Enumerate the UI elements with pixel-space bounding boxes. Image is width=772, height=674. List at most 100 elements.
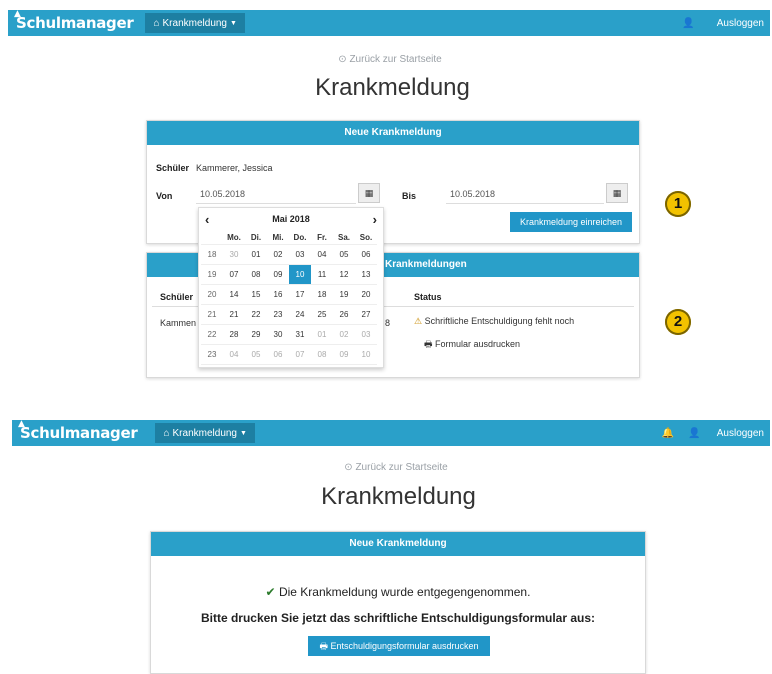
user-icon[interactable]: 👤 (682, 18, 694, 29)
bis-date-input[interactable]: 10.05.2018 (446, 186, 604, 204)
calendar-day[interactable]: 08 (245, 265, 267, 285)
month-label[interactable]: Mai 2018 (272, 214, 310, 224)
calendar-day[interactable]: 19 (333, 285, 355, 305)
calendar-day[interactable]: 03 (289, 245, 311, 265)
calendar-day[interactable]: 07 (223, 265, 245, 285)
callout-badge-2: 2 (665, 309, 691, 335)
von-label: Von (156, 191, 173, 201)
caret-down-icon: ▼ (230, 19, 237, 27)
nav-menu-krankmeldung[interactable]: ⌂ Krankmeldung ▼ (155, 423, 255, 443)
row-partial-date: 8 (385, 318, 391, 328)
calendar-day[interactable]: 30 (267, 325, 289, 345)
calendar-day[interactable]: 10 (355, 345, 377, 365)
calendar-day[interactable]: 28 (223, 325, 245, 345)
calendar-day[interactable]: 06 (267, 345, 289, 365)
schueler-label: Schüler (156, 163, 190, 173)
week-number: 18 (201, 245, 223, 265)
selected-day[interactable]: 10 (289, 265, 311, 285)
back-link[interactable]: ⊙ Zurück zur Startseite (300, 54, 480, 65)
week-number: 23 (201, 345, 223, 365)
page-title: Krankmeldung (321, 483, 476, 510)
calendar-day[interactable]: 23 (267, 305, 289, 325)
callout-badge-1: 1 (665, 191, 691, 217)
bis-calendar-button[interactable]: ▦ (606, 183, 628, 203)
panel-header: Neue Krankmeldung (147, 121, 639, 145)
calendar-day[interactable]: 18 (311, 285, 333, 305)
user-icon[interactable]: 👤 (688, 428, 700, 439)
date-picker: ‹ Mai 2018 › Mo. Di. Mi. Do. Fr. Sa. So. 18 30 01… (198, 207, 384, 368)
calendar-day[interactable]: 25 (311, 305, 333, 325)
bottom-navbar: ▲ Schulmanager ⌂ Krankmeldung ▼ 🔔 👤 Ausl… (12, 419, 770, 446)
brand-logo[interactable]: ▲ Schulmanager (18, 419, 138, 442)
calendar-day[interactable]: 12 (333, 265, 355, 285)
checkmark-icon: ✔ (265, 585, 276, 599)
logout-link[interactable]: Ausloggen (717, 428, 764, 439)
next-month-button[interactable]: › (373, 212, 377, 227)
calendar-day[interactable]: 21 (223, 305, 245, 325)
calendar-day[interactable]: 31 (289, 325, 311, 345)
calendar-day[interactable]: 29 (245, 325, 267, 345)
calendar-day[interactable]: 22 (245, 305, 267, 325)
back-link[interactable]: ⊙ Zurück zur Startseite (306, 462, 486, 473)
graduation-cap-icon: ▲ (18, 419, 25, 429)
schueler-value: Kammerer, Jessica (196, 163, 273, 173)
panel-header: Neue Krankmeldung (151, 532, 645, 556)
row-student-name: Kammen (160, 318, 197, 328)
column-status: Status (414, 292, 442, 302)
column-schueler: Schüler (160, 292, 194, 302)
print-form-link[interactable]: 🖶 Formular ausdrucken (424, 337, 520, 353)
weekday-header: Mi. (267, 230, 289, 245)
print-instruction: Bitte drucken Sie jetzt das schriftliche… (200, 611, 596, 625)
week-number: 19 (201, 265, 223, 285)
logout-link[interactable]: Ausloggen (717, 18, 764, 29)
weekday-header: Fr. (311, 230, 333, 245)
calendar-day[interactable]: 14 (223, 285, 245, 305)
bis-label: Bis (402, 191, 417, 201)
submit-sick-note-button[interactable]: Krankmeldung einreichen (510, 212, 632, 232)
calendar-day[interactable]: 24 (289, 305, 311, 325)
calendar-day[interactable]: 09 (267, 265, 289, 285)
weekday-header: Sa. (333, 230, 355, 245)
calendar-day[interactable]: 04 (223, 345, 245, 365)
calendar-icon: ▦ (364, 188, 374, 198)
calendar-day[interactable]: 03 (355, 325, 377, 345)
calendar-day[interactable]: 27 (355, 305, 377, 325)
calendar-day[interactable]: 26 (333, 305, 355, 325)
top-navbar: ▲ Schulmanager ⌂ Krankmeldung ▼ 👤 Auslog… (8, 9, 770, 36)
calendar-day[interactable]: 05 (333, 245, 355, 265)
calendar-day[interactable]: 07 (289, 345, 311, 365)
weekday-header: Di. (245, 230, 267, 245)
calendar-day[interactable]: 11 (311, 265, 333, 285)
week-number: 20 (201, 285, 223, 305)
printer-icon: 🖶 (319, 641, 328, 651)
calendar-day[interactable]: 01 (311, 325, 333, 345)
nav-menu-krankmeldung[interactable]: ⌂ Krankmeldung ▼ (145, 13, 245, 33)
calendar-day[interactable]: 08 (311, 345, 333, 365)
home-icon: ⌂ (153, 17, 160, 29)
back-circle-icon: ⊙ (338, 54, 347, 65)
calendar-day[interactable]: 06 (355, 245, 377, 265)
back-circle-icon: ⊙ (344, 462, 353, 473)
calendar-day[interactable]: 02 (333, 325, 355, 345)
calendar-day[interactable]: 17 (289, 285, 311, 305)
bell-icon[interactable]: 🔔 (662, 428, 674, 439)
calendar-day[interactable]: 02 (267, 245, 289, 265)
brand-logo[interactable]: ▲ Schulmanager (14, 9, 134, 32)
weekday-header: So. (355, 230, 377, 245)
calendar-day[interactable]: 05 (245, 345, 267, 365)
calendar-day[interactable]: 15 (245, 285, 267, 305)
calendar-day[interactable]: 04 (311, 245, 333, 265)
status-warning: ⚠ Schriftliche Entschuldigung fehlt noch (414, 316, 575, 326)
prev-month-button[interactable]: ‹ (205, 212, 209, 227)
calendar-day[interactable]: 30 (223, 245, 245, 265)
calendar-day[interactable]: 13 (355, 265, 377, 285)
calendar-day[interactable]: 16 (267, 285, 289, 305)
calendar-day[interactable]: 01 (245, 245, 267, 265)
calendar-day[interactable]: 20 (355, 285, 377, 305)
von-date-input[interactable]: 10.05.2018 (196, 186, 356, 204)
calendar-day[interactable]: 09 (333, 345, 355, 365)
week-number-header (201, 230, 223, 245)
print-excuse-form-button[interactable]: 🖶 Entschuldigungsformular ausdrucken (308, 636, 490, 656)
von-calendar-button[interactable]: ▦ (358, 183, 380, 203)
caret-down-icon: ▼ (240, 429, 247, 437)
